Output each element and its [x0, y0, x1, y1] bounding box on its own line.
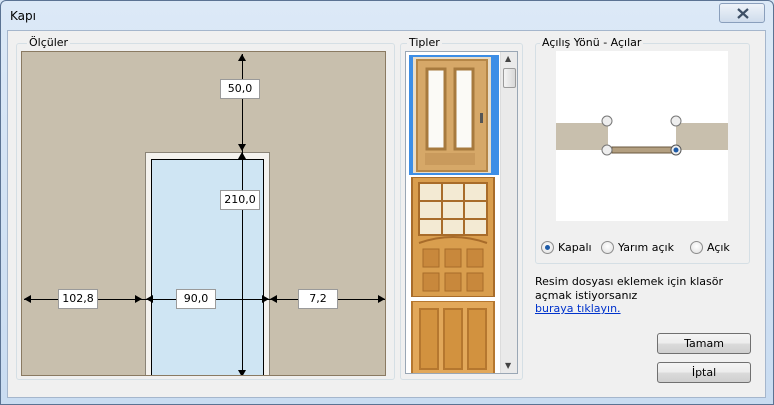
- door-type-1-thumbnail: [413, 57, 491, 173]
- scroll-down-icon[interactable]: ▼: [505, 362, 511, 370]
- arrow-right-icon: [378, 295, 385, 303]
- radio-button[interactable]: [690, 240, 703, 254]
- arrow-up-icon: [238, 54, 246, 61]
- arrow-down-icon: [238, 144, 246, 151]
- door-type-item[interactable]: [409, 55, 499, 175]
- left-offset-field[interactable]: 102,8: [58, 289, 98, 309]
- ok-button[interactable]: Tamam: [657, 333, 751, 354]
- close-icon: [737, 8, 749, 19]
- opening-direction-group-label: Açılış Yönü - Açılar: [540, 36, 644, 49]
- scroll-up-icon[interactable]: ▲: [505, 55, 511, 63]
- arrow-left-icon: [270, 295, 277, 303]
- opening-direction-canvas[interactable]: [556, 51, 728, 221]
- radio-button[interactable]: [601, 240, 614, 254]
- opening-direction-diagram: [556, 115, 728, 156]
- info-line-2: açmak istiyorsanız: [535, 289, 638, 302]
- arrow-right-icon: [135, 295, 142, 303]
- types-scrollbar[interactable]: ▲ ▼: [500, 52, 517, 373]
- cancel-button[interactable]: İptal: [657, 362, 751, 383]
- door-frame: [145, 152, 270, 375]
- vertical-dimension-line: [242, 54, 243, 375]
- dimensions-group-label: Ölçüler: [27, 36, 71, 49]
- door-width-field[interactable]: 90,0: [176, 289, 216, 309]
- door-type-item[interactable]: [409, 177, 499, 297]
- arrow-left-icon: [146, 295, 153, 303]
- radio-closed[interactable]: Kapalı: [541, 240, 592, 254]
- dimensions-canvas: 50,0 210,0 102,8 90,0 7,2: [21, 51, 386, 376]
- door-type-2-thumbnail: [411, 177, 495, 297]
- door-type-3-thumbnail: [411, 301, 495, 373]
- radio-open[interactable]: Açık: [690, 240, 730, 254]
- radio-open-label: Açık: [707, 240, 730, 254]
- door-type-item[interactable]: [409, 301, 499, 373]
- radio-half-open-label: Yarım açık: [618, 240, 674, 254]
- arrow-up-icon: [238, 152, 246, 159]
- arrow-down-icon: [238, 370, 246, 375]
- radio-closed-label: Kapalı: [558, 240, 592, 254]
- add-image-folder-link[interactable]: buraya tıklayın.: [535, 302, 621, 316]
- radio-button[interactable]: [541, 240, 554, 254]
- close-button[interactable]: [719, 3, 765, 23]
- arrow-right-icon: [262, 295, 269, 303]
- types-group-label: Tipler: [407, 36, 442, 49]
- scroll-thumb[interactable]: [503, 68, 516, 88]
- window-title: Kapı: [10, 9, 36, 23]
- door-height-field[interactable]: 210,0: [220, 190, 260, 210]
- info-line-1: Resim dosyası eklemek için klasör: [535, 275, 723, 288]
- right-offset-field[interactable]: 7,2: [298, 289, 338, 309]
- arrow-left-icon: [24, 295, 31, 303]
- radio-half-open[interactable]: Yarım açık: [601, 240, 674, 254]
- title-bar[interactable]: Kapı: [1, 1, 773, 31]
- door-types-list[interactable]: ▲ ▼: [405, 51, 518, 374]
- top-gap-field[interactable]: 50,0: [220, 79, 260, 99]
